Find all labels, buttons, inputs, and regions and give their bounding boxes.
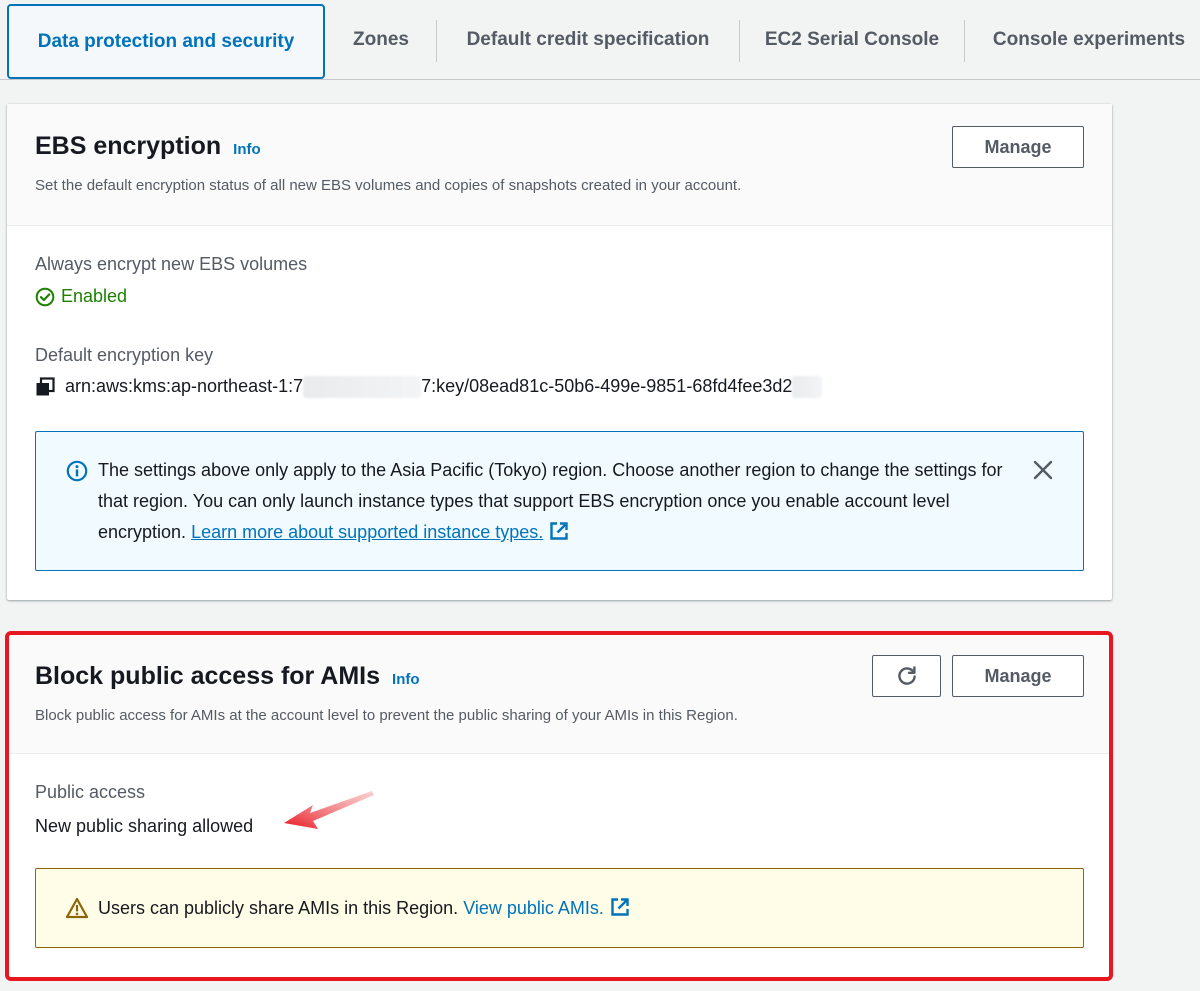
public-access-label: Public access [35,782,146,802]
tab-default-credit-specification[interactable]: Default credit specification [448,0,728,80]
ebs-encryption-description: Set the default encryption status of all… [35,177,742,194]
public-access-value: New public sharing allowed [35,816,254,836]
ebs-encryption-header: EBS encryption Info Set the default encr… [7,104,1112,226]
redacted-key-suffix [792,376,823,399]
tab-ec2-serial-console[interactable]: EC2 Serial Console [752,0,952,80]
refresh-button[interactable] [872,655,941,697]
ebs-encryption-title: EBS encryption Info [35,132,261,160]
tab-divider [964,20,965,62]
default-key-arn: arn:aws:kms:ap-northeast-1:7 7:key/08ead8… [65,376,823,399]
tab-console-experiments[interactable]: Console experiments [978,0,1200,80]
encryption-status: Enabled [35,286,127,307]
default-key-value: arn:aws:kms:ap-northeast-1:7 7:key/08ead8… [35,376,823,399]
warning-triangle-icon [66,897,88,919]
view-public-amis-link[interactable]: View public AMIs. [463,898,630,918]
tab-data-protection-and-security[interactable]: Data protection and security [7,4,325,79]
external-link-icon [611,898,629,916]
block-public-access-title: Block public access for AMIs Info [35,662,420,690]
check-circle-icon [35,287,55,306]
info-circle-icon [66,460,88,482]
redacted-account-id [303,376,422,399]
block-public-access-panel: Block public access for AMIs Info Block … [7,634,1112,978]
default-key-label: Default encryption key [35,345,214,365]
block-public-access-header: Block public access for AMIs Info Block … [7,634,1112,754]
supported-instance-types-link[interactable]: Learn more about supported instance type… [191,522,569,542]
public-sharing-warning-text: Users can publicly share AMIs in this Re… [98,893,630,924]
copy-icon[interactable] [35,377,55,397]
always-encrypt-label: Always encrypt new EBS volumes [35,254,308,274]
block-public-access-description: Block public access for AMIs at the acco… [35,707,738,724]
ebs-info-link[interactable]: Info [233,141,261,158]
external-link-icon [550,522,569,540]
tab-divider [436,20,437,62]
ebs-encryption-panel: EBS encryption Info Set the default encr… [7,104,1112,600]
region-info-text: The settings above only apply to the Asi… [98,460,1003,542]
tab-zones[interactable]: Zones [338,0,424,80]
ami-info-link[interactable]: Info [392,671,420,688]
ami-manage-button[interactable]: Manage [952,655,1084,697]
ebs-manage-button[interactable]: Manage [952,126,1084,168]
tab-divider [739,20,740,62]
refresh-icon [897,666,916,685]
public-sharing-warning: Users can publicly share AMIs in this Re… [35,868,1084,948]
tab-bar: Data protection and security Zones Defau… [0,0,1200,80]
close-icon[interactable] [1031,458,1055,482]
region-info-alert: The settings above only apply to the Asi… [35,431,1084,571]
